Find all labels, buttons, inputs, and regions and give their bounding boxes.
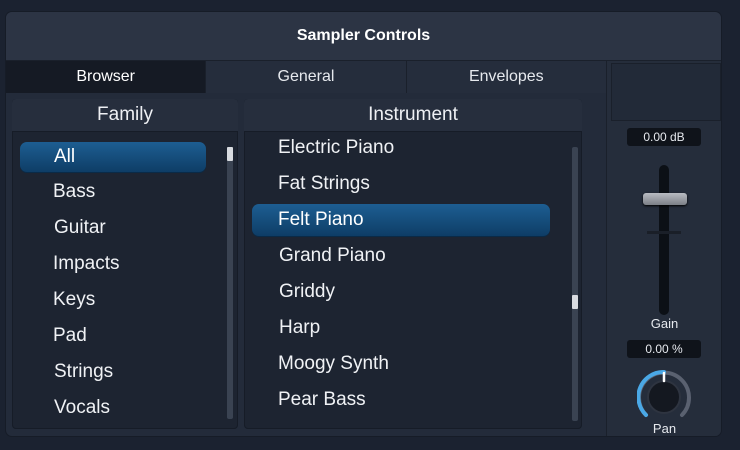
family-item-vocals[interactable]: Vocals bbox=[54, 393, 110, 423]
instrument-item-harp[interactable]: Harp bbox=[279, 313, 320, 343]
family-scrollbar[interactable] bbox=[227, 147, 233, 419]
gain-label: Gain bbox=[650, 316, 679, 331]
family-item-keys[interactable]: Keys bbox=[53, 285, 95, 315]
pan-knob[interactable] bbox=[637, 370, 691, 424]
pan-label: Pan bbox=[652, 421, 677, 436]
family-item-impacts[interactable]: Impacts bbox=[53, 249, 120, 279]
family-header: Family bbox=[12, 99, 238, 132]
tab-browser[interactable]: Browser bbox=[6, 61, 207, 93]
tab-general[interactable]: General bbox=[206, 61, 407, 93]
gain-slider-handle[interactable] bbox=[643, 193, 687, 205]
sampler-window: Sampler Controls Browser General Envelop… bbox=[6, 12, 721, 436]
family-item-strings[interactable]: Strings bbox=[54, 357, 113, 387]
instrument-list: Electric Piano Fat Strings Felt Piano Gr… bbox=[244, 132, 582, 429]
family-scroll-thumb[interactable] bbox=[227, 147, 233, 161]
instrument-item-felt-piano[interactable]: Felt Piano bbox=[252, 204, 550, 236]
instrument-panel: Instrument Electric Piano Fat Strings Fe… bbox=[244, 99, 582, 429]
instrument-item-electric-piano[interactable]: Electric Piano bbox=[278, 133, 394, 163]
side-controls: 0.00 dB Gain 0.00 % Pan bbox=[606, 61, 721, 436]
window-title: Sampler Controls bbox=[6, 12, 721, 61]
instrument-item-fat-strings[interactable]: Fat Strings bbox=[278, 169, 370, 199]
instrument-item-pear-bass[interactable]: Pear Bass bbox=[278, 385, 366, 415]
instrument-scrollbar[interactable] bbox=[572, 147, 578, 421]
family-list: All Bass Guitar Impacts Keys Pad Strings… bbox=[12, 132, 238, 429]
tab-envelopes[interactable]: Envelopes bbox=[406, 61, 606, 93]
family-panel: Family All Bass Guitar Impacts Keys Pad … bbox=[12, 99, 238, 429]
instrument-item-griddy[interactable]: Griddy bbox=[279, 277, 335, 307]
instrument-scroll-thumb[interactable] bbox=[572, 295, 578, 309]
family-item-bass[interactable]: Bass bbox=[53, 177, 95, 207]
family-item-all[interactable]: All bbox=[20, 142, 206, 172]
side-header-box bbox=[611, 63, 721, 121]
family-item-guitar[interactable]: Guitar bbox=[54, 213, 106, 243]
pan-readout[interactable]: 0.00 % bbox=[627, 340, 701, 358]
family-item-pad[interactable]: Pad bbox=[53, 321, 87, 351]
instrument-item-grand-piano[interactable]: Grand Piano bbox=[279, 241, 386, 271]
instrument-header: Instrument bbox=[244, 99, 582, 132]
gain-readout[interactable]: 0.00 dB bbox=[627, 128, 701, 146]
instrument-item-moogy-synth[interactable]: Moogy Synth bbox=[278, 349, 389, 379]
tab-bar: Browser General Envelopes bbox=[6, 61, 606, 93]
gain-slider-center-mark bbox=[647, 231, 681, 234]
gain-slider-track[interactable] bbox=[659, 165, 669, 315]
